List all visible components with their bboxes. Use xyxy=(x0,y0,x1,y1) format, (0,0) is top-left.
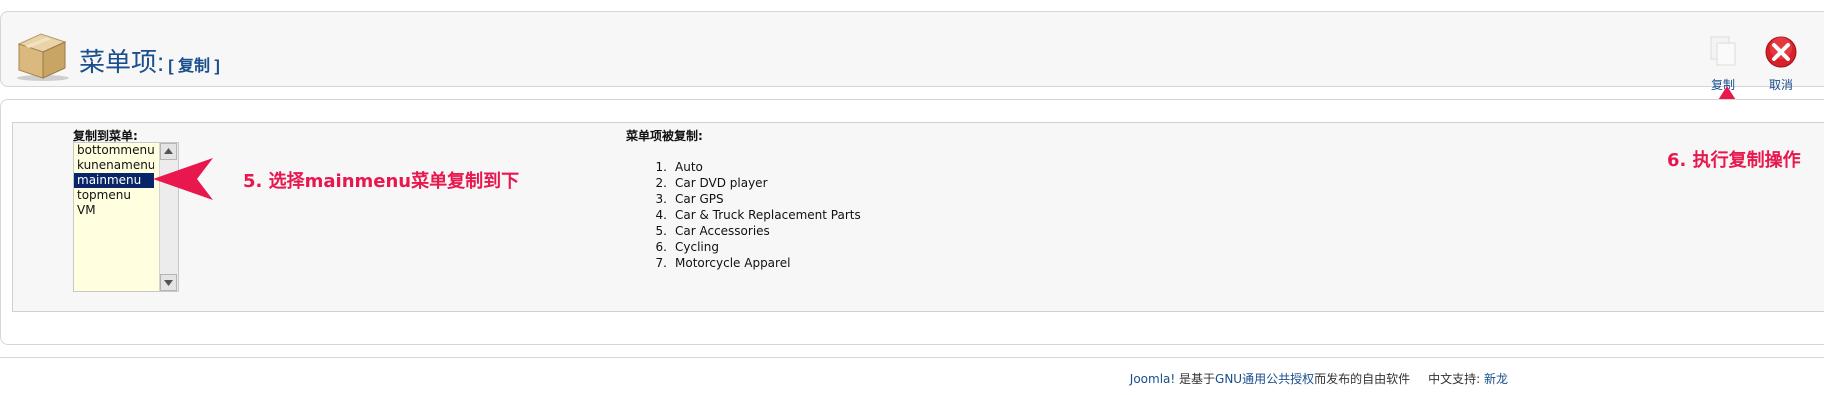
item-number: 7. xyxy=(655,256,667,270)
menu-option[interactable]: kunenamenu xyxy=(74,158,154,173)
list-item: 2. Car DVD player xyxy=(647,175,861,191)
item-number: 2. xyxy=(655,176,667,190)
support-link[interactable]: 新龙 xyxy=(1484,372,1508,386)
footer-text: 而发布的自由软件 xyxy=(1314,372,1411,386)
item-name: Car GPS xyxy=(675,192,724,206)
content-panel: 复制到菜单: bottommenu kunenamenu mainmenu to… xyxy=(0,99,1824,345)
item-name: Car DVD player xyxy=(675,176,768,190)
footer-divider xyxy=(0,357,1824,358)
item-number: 1. xyxy=(655,160,667,174)
page-title: 菜单项:[ 复制 ] xyxy=(79,42,220,79)
cancel-icon xyxy=(1762,34,1800,70)
copy-button[interactable]: 复制 xyxy=(1696,34,1750,93)
package-box-icon xyxy=(13,28,71,82)
list-item: 7. Motorcycle Apparel xyxy=(647,255,861,271)
item-number: 6. xyxy=(655,240,667,254)
list-item: 3. Car GPS xyxy=(647,191,861,207)
menu-option[interactable]: topmenu xyxy=(74,188,154,203)
annotation-step-6: 6. 执行复制操作 xyxy=(1667,150,1801,171)
copy-icon xyxy=(1704,34,1742,70)
support-label: 中文支持: xyxy=(1428,372,1481,386)
item-name: Car Accessories xyxy=(675,224,770,238)
list-item: 4. Car & Truck Replacement Parts xyxy=(647,207,861,223)
copy-form: 复制到菜单: bottommenu kunenamenu mainmenu to… xyxy=(12,122,1824,312)
list-item: 1. Auto xyxy=(647,159,861,175)
menu-option-selected[interactable]: mainmenu xyxy=(74,173,154,188)
menu-option[interactable]: VM xyxy=(74,203,154,218)
gnu-license-link[interactable]: GNU通用公共授权 xyxy=(1215,372,1314,386)
item-name: Motorcycle Apparel xyxy=(675,256,791,270)
list-item: 6. Cycling xyxy=(647,239,861,255)
item-number: 3. xyxy=(655,192,667,206)
annotation-step-5: 5. 选择mainmenu菜单复制到下 xyxy=(243,171,520,192)
item-name: Auto xyxy=(675,160,703,174)
joomla-link[interactable]: Joomla! xyxy=(1130,372,1175,386)
scroll-down-button[interactable] xyxy=(160,274,177,291)
copied-items-list: 1. Auto 2. Car DVD player 3. Car GPS 4. Car … xyxy=(647,159,861,271)
cancel-button-label: 取消 xyxy=(1768,78,1793,92)
toolbar-panel: 菜单项:[ 复制 ] 复制 取消 xyxy=(0,11,1824,92)
annotation-arrow-left xyxy=(153,158,213,200)
menu-option[interactable]: bottommenu xyxy=(74,143,154,158)
cancel-button[interactable]: 取消 xyxy=(1754,34,1808,93)
scroll-down-icon xyxy=(164,280,173,286)
item-number: 5. xyxy=(655,224,667,238)
page-title-text: 菜单项: xyxy=(79,47,165,77)
footer: Joomla! 是基于GNU通用公共授权而发布的自由软件 中文支持: 新龙 xyxy=(0,370,1508,387)
item-name: Cycling xyxy=(675,240,719,254)
item-number: 4. xyxy=(655,208,667,222)
item-name: Car & Truck Replacement Parts xyxy=(675,208,861,222)
footer-text: 是基于 xyxy=(1175,372,1216,386)
list-item: 5. Car Accessories xyxy=(647,223,861,239)
copied-items-label: 菜单项被复制: xyxy=(626,129,703,143)
page-subtitle: [ 复制 ] xyxy=(168,58,220,75)
